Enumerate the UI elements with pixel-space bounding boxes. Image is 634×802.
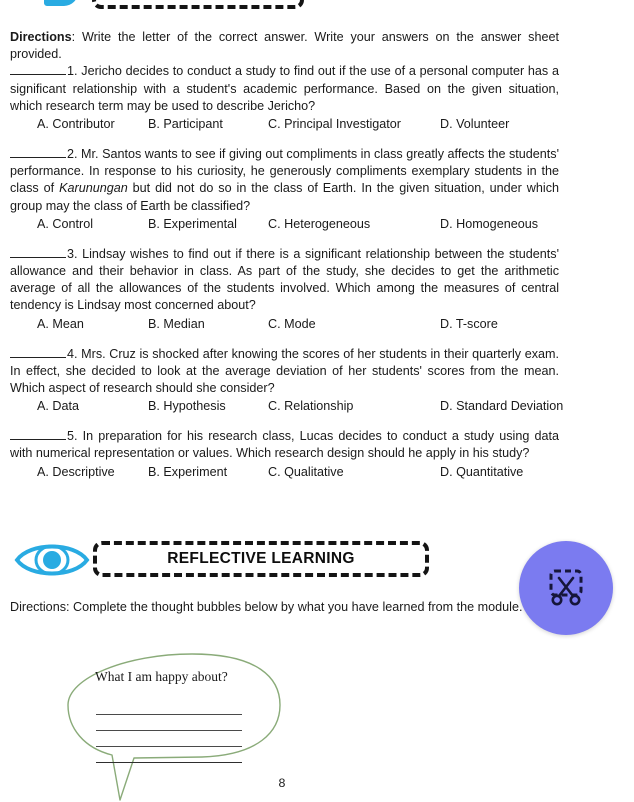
question-4-choice-a[interactable]: A. Data [37,398,79,415]
answer-blank-2[interactable] [10,146,66,159]
snip-floating-action-button[interactable] [519,541,613,635]
question-1-choice-b[interactable]: B. Participant [148,116,223,133]
question-4: 4. Mrs. Cruz is shocked after knowing th… [10,346,559,398]
question-5: 5. In preparation for his research class… [10,428,559,462]
answer-line[interactable] [96,747,242,763]
snip-crop-scissors-icon [549,569,583,606]
question-1-choice-d[interactable]: D. Volunteer [440,116,509,133]
cut-off-banner-box [92,0,304,9]
reflective-directions: Directions: Complete the thought bubbles… [10,600,523,614]
assessment-directions: Directions: Write the letter of the corr… [10,29,559,63]
question-4-choice-b[interactable]: B. Hypothesis [148,398,226,415]
question-1-choice-a[interactable]: A. Contributor [37,116,115,133]
question-3-choices: A. Mean B. Median C. Mode D. T-score [10,316,559,333]
document-page: Directions: Write the letter of the corr… [0,0,634,802]
question-1-number: 1. [67,64,78,79]
question-3: 3. Lindsay wishes to find out if there i… [10,246,559,315]
reflective-learning-label: REFLECTIVE LEARNING [157,550,365,568]
question-4-number: 4. [67,346,78,361]
directions-text: : Write the letter of the correct answer… [10,30,559,62]
question-2: 2. Mr. Santos wants to see if giving out… [10,146,559,215]
answer-line[interactable] [96,715,242,731]
question-3-number: 3. [67,246,78,261]
question-1-text: Jericho decides to conduct a study to fi… [10,64,559,113]
question-5-choice-d[interactable]: D. Quantitative [440,464,523,481]
question-5-choice-a[interactable]: A. Descriptive [37,464,115,481]
question-3-choice-a[interactable]: A. Mean [37,316,84,333]
question-2-choice-c[interactable]: C. Heterogeneous [268,216,370,233]
answer-blank-4[interactable] [10,346,66,358]
answer-line[interactable] [96,731,242,747]
answer-blank-1[interactable] [10,63,66,76]
question-3-choice-c[interactable]: C. Mode [268,316,316,333]
answer-line[interactable] [96,699,242,715]
question-2-choice-d[interactable]: D. Homogeneous [440,216,538,233]
question-1: 1. Jericho decides to conduct a study to… [10,63,559,115]
assessment-body: Directions: Write the letter of the corr… [10,29,563,481]
answer-blank-5[interactable] [10,428,66,441]
question-4-text: Mrs. Cruz is shocked after knowing the s… [10,346,559,396]
cut-off-banner-icon [44,0,78,6]
question-1-choices: A. Contributor B. Participant C. Princip… [10,116,559,133]
question-3-choice-d[interactable]: D. T-score [440,316,498,333]
reflective-learning-box: REFLECTIVE LEARNING [93,541,429,577]
question-3-text: Lindsay wishes to find out if there is a… [10,246,559,313]
eye-icon [14,544,90,576]
question-2-italic-term: Karunungan [59,181,128,196]
question-5-choice-c[interactable]: C. Qualitative [268,464,344,481]
cut-off-header-band [0,0,634,14]
answer-blank-3[interactable] [10,246,66,258]
question-5-number: 5. [67,429,78,444]
question-4-choice-d[interactable]: D. Standard Deviation [440,398,563,415]
question-2-choices: A. Control B. Experimental C. Heterogene… [10,216,559,233]
question-2-number: 2. [67,147,78,162]
question-3-choice-b[interactable]: B. Median [148,316,205,333]
directions-label: Directions [10,30,72,44]
question-2-choice-b[interactable]: B. Experimental [148,216,237,233]
question-5-choice-b[interactable]: B. Experiment [148,464,227,481]
thought-bubble-prompt: What I am happy about? [95,669,228,684]
page-number: 8 [278,776,286,790]
question-2-choice-a[interactable]: A. Control [37,216,93,233]
question-5-choices: A. Descriptive B. Experiment C. Qualitat… [10,464,559,481]
question-5-text: In preparation for his research class, L… [10,429,559,461]
question-4-choice-c[interactable]: C. Relationship [268,398,353,415]
question-4-choices: A. Data B. Hypothesis C. Relationship D.… [10,398,563,415]
thought-bubble-answer-lines [96,699,242,763]
question-1-choice-c[interactable]: C. Principal Investigator [268,116,401,133]
